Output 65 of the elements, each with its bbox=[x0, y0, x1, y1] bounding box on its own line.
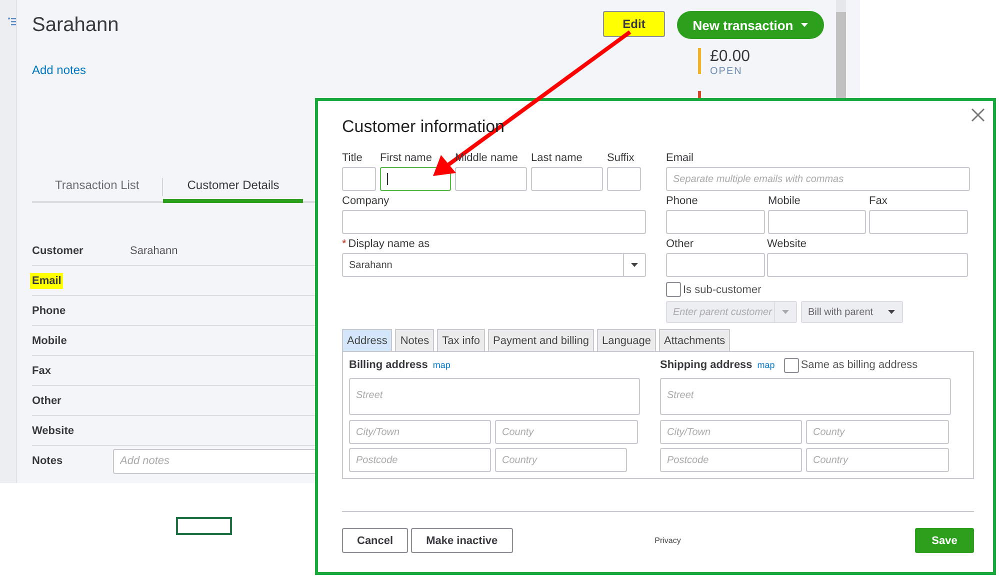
phone-field[interactable] bbox=[869, 210, 968, 234]
field-label: * Display name as bbox=[342, 237, 430, 252]
field-label: Title bbox=[342, 151, 362, 166]
field-label: Website bbox=[32, 424, 74, 436]
balance-label: OPEN bbox=[710, 66, 744, 77]
display-name-select[interactable]: Sarahann bbox=[342, 253, 646, 277]
add-notes-link[interactable]: Add notes bbox=[32, 62, 86, 78]
tab[interactable]: Payment and billing bbox=[488, 329, 594, 351]
field-label: Other bbox=[666, 237, 694, 252]
close-icon[interactable] bbox=[970, 107, 986, 123]
tab[interactable]: Notes bbox=[395, 329, 434, 351]
privacy-link[interactable]: Privacy bbox=[654, 536, 681, 545]
field-label: Email bbox=[666, 151, 694, 166]
customer-name: Sarahann bbox=[32, 13, 120, 37]
phone-field[interactable] bbox=[666, 210, 765, 234]
caret-icon bbox=[631, 263, 638, 267]
field-label: Mobile bbox=[32, 334, 67, 346]
field-label: Company bbox=[342, 194, 390, 209]
name-field[interactable] bbox=[455, 167, 527, 191]
field-label: Phone bbox=[32, 304, 66, 316]
field-label: Customer bbox=[32, 244, 84, 256]
name-field[interactable] bbox=[342, 167, 376, 191]
field-value: Sarahann bbox=[130, 244, 178, 256]
field-label: Notes bbox=[32, 455, 63, 467]
field-label: Email bbox=[30, 272, 64, 288]
field-label: First name bbox=[380, 151, 432, 166]
contact-field[interactable] bbox=[666, 253, 765, 277]
name-field[interactable] bbox=[531, 167, 603, 191]
field-label: Fax bbox=[869, 194, 888, 209]
tab[interactable]: Transaction List bbox=[32, 171, 162, 203]
name-field[interactable] bbox=[607, 167, 641, 191]
field-label: Last name bbox=[531, 151, 582, 166]
section-label: Shipping address bbox=[660, 359, 752, 371]
company-field[interactable] bbox=[342, 210, 646, 234]
caret-icon bbox=[782, 310, 789, 314]
tab[interactable]: Address bbox=[342, 329, 392, 351]
tab[interactable]: Tax info bbox=[437, 329, 486, 351]
selected-cell bbox=[176, 517, 232, 535]
caret-icon bbox=[888, 310, 894, 314]
name-field[interactable] bbox=[380, 167, 451, 191]
field-label: Website bbox=[767, 237, 807, 252]
cancel-button[interactable]: Cancel bbox=[342, 528, 408, 553]
tab[interactable]: Customer Details bbox=[163, 171, 304, 203]
contact-field[interactable] bbox=[767, 253, 968, 277]
map-link[interactable]: map bbox=[432, 360, 450, 370]
caret-icon bbox=[801, 23, 808, 27]
field-label: Fax bbox=[32, 364, 51, 376]
field-label: Phone bbox=[666, 194, 698, 209]
field-label: Mobile bbox=[768, 194, 800, 209]
tab[interactable]: Language bbox=[597, 329, 656, 351]
checkbox-label: Same as billing address bbox=[800, 359, 918, 371]
tab[interactable]: Attachments bbox=[659, 329, 730, 351]
phone-field[interactable] bbox=[768, 210, 866, 234]
menu-icon[interactable] bbox=[8, 17, 16, 26]
checkbox-label: Is sub-customer bbox=[683, 284, 762, 296]
edit-button[interactable]: Edit bbox=[603, 11, 665, 37]
map-link[interactable]: map bbox=[757, 360, 775, 370]
field-label: Suffix bbox=[607, 151, 634, 166]
balance-amount: £0.00 bbox=[710, 48, 750, 66]
checkbox[interactable] bbox=[666, 282, 681, 297]
save-button[interactable]: Save bbox=[915, 528, 974, 553]
section-label: Billing address bbox=[349, 359, 428, 371]
field-label: Other bbox=[32, 394, 62, 406]
checkbox[interactable] bbox=[784, 358, 799, 372]
new-transaction-button[interactable]: New transaction bbox=[677, 11, 824, 39]
